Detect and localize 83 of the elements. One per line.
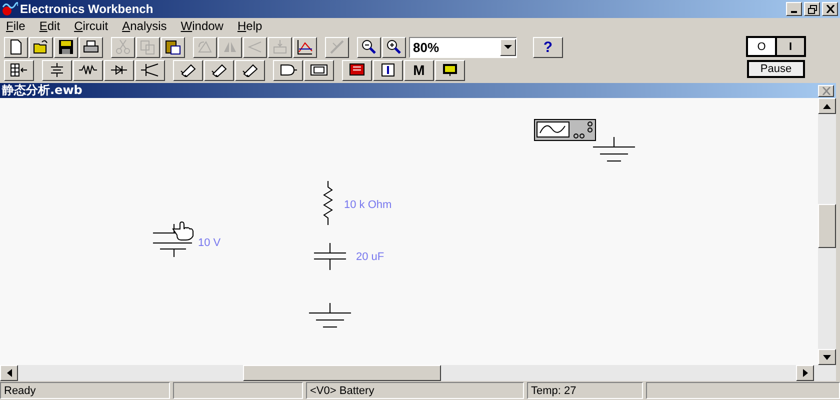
window-title: Electronics Workbench: [20, 2, 154, 16]
gate-icon: [279, 63, 297, 77]
parts-bin-button[interactable]: [273, 60, 303, 80]
close-icon: [826, 5, 834, 13]
zoom-out-icon: [361, 39, 377, 55]
up-arrow-icon: [823, 104, 831, 108]
zoom-in-icon: [386, 39, 402, 55]
down-arrow-icon: [823, 354, 831, 360]
status-component: <V0> Battery: [306, 382, 524, 399]
vertical-scrollbar[interactable]: [818, 98, 836, 365]
resistor-icon: [79, 63, 97, 77]
flip-v-icon: [247, 39, 263, 55]
copy-icon: [140, 39, 156, 55]
capacitor-symbol[interactable]: [312, 243, 348, 271]
toolbar-button[interactable]: [54, 36, 78, 58]
close-button[interactable]: [822, 2, 838, 16]
status-temperature: Temp: 27: [527, 382, 643, 399]
status-message: Ready: [0, 382, 170, 399]
graph-icon: [297, 39, 313, 55]
parts-bin-button[interactable]: [435, 60, 465, 80]
print-icon: [83, 39, 99, 55]
transistor-icon: [141, 63, 159, 77]
parts-bin-button[interactable]: [135, 60, 165, 80]
restore-button[interactable]: [804, 2, 820, 16]
cut-icon: [115, 39, 131, 55]
instrument-icon: [441, 63, 459, 77]
rotate-icon: [197, 39, 213, 55]
properties-icon: [272, 39, 288, 55]
app-logo-icon: [2, 2, 18, 16]
right-arrow-icon: [802, 369, 808, 377]
power-switch[interactable]: O I: [746, 36, 806, 57]
menu-item[interactable]: Window: [180, 19, 224, 33]
component-value: 10 V: [198, 237, 221, 249]
parts-bin-button[interactable]: [304, 60, 334, 80]
close-icon: [822, 86, 830, 94]
parts-bin-button[interactable]: [42, 60, 72, 80]
parts-bin-button[interactable]: [4, 60, 34, 80]
component-value: 10 k Ohm: [344, 199, 392, 211]
misc-parts-button[interactable]: M: [404, 60, 434, 80]
parts-bin-button[interactable]: [104, 60, 134, 80]
left-arrow-icon: [6, 369, 12, 377]
toolbar-button[interactable]: [382, 36, 406, 58]
close-button[interactable]: [818, 84, 834, 96]
restore-icon: [808, 4, 816, 14]
menu-item[interactable]: Help: [237, 19, 262, 33]
horizontal-scrollbar[interactable]: [0, 365, 836, 381]
hand-cursor-icon: [172, 221, 194, 241]
toolbar-button[interactable]: [79, 36, 103, 58]
save-icon: [58, 39, 74, 55]
component-value: 20 uF: [356, 251, 384, 263]
menu-item[interactable]: File: [6, 19, 26, 33]
toolbar-button[interactable]: [4, 36, 28, 58]
parts-bin-button[interactable]: [235, 60, 265, 80]
parts-bin-button[interactable]: [173, 60, 203, 80]
toolbar-button[interactable]: [161, 36, 185, 58]
parts-bin-button[interactable]: [204, 60, 234, 80]
document-title: 静态分析.ewb: [2, 82, 82, 99]
open-icon: [33, 39, 49, 55]
scrollbar-thumb[interactable]: [818, 204, 836, 248]
control-icon: [379, 63, 397, 77]
scrollbar-thumb[interactable]: [243, 365, 441, 381]
indicator-icon: [348, 63, 366, 77]
diode-icon: [110, 63, 128, 77]
toolbar-button[interactable]: [293, 36, 317, 58]
parts-bin-icon: [10, 63, 28, 77]
toolbar-button[interactable]: [29, 36, 53, 58]
help-button[interactable]: ?: [533, 36, 563, 58]
menu-item[interactable]: Circuit: [74, 19, 108, 33]
zoom-dropdown[interactable]: 80%: [409, 36, 517, 58]
flipflop-icon: [310, 63, 328, 77]
menu-item[interactable]: Analysis: [122, 19, 167, 33]
pause-button[interactable]: Pause: [747, 60, 805, 78]
parts-bin-button[interactable]: [373, 60, 403, 80]
toolbar-button[interactable]: [357, 36, 381, 58]
parts-bin-button[interactable]: [342, 60, 372, 80]
parts-bin-button[interactable]: [73, 60, 103, 80]
oscilloscope-symbol[interactable]: [534, 119, 596, 141]
menu-item[interactable]: Edit: [39, 19, 60, 33]
paste-icon: [165, 39, 181, 55]
caret-icon: [504, 44, 512, 50]
sources-icon: [48, 63, 66, 77]
minimize-button[interactable]: [786, 2, 802, 16]
new-icon: [8, 39, 24, 55]
